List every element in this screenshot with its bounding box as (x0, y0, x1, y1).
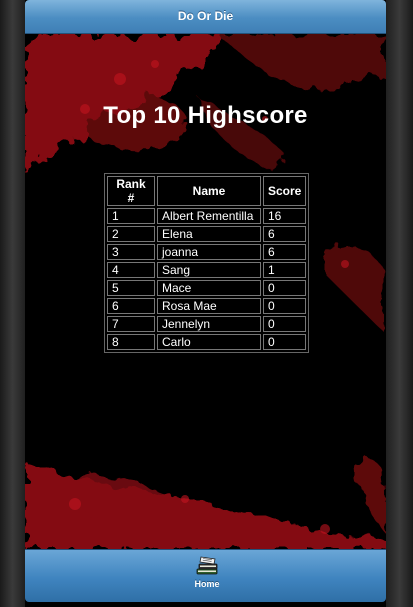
name-cell: Rosa Mae (157, 298, 261, 314)
name-cell: Albert Rementilla (157, 208, 261, 224)
name-cell: joanna (157, 244, 261, 260)
name-cell: Carlo (157, 334, 261, 350)
rank-cell: 4 (107, 262, 155, 278)
header-bar: Do Or Die (25, 0, 386, 34)
home-label: Home (194, 579, 220, 589)
rank-cell: 5 (107, 280, 155, 296)
rank-cell: 2 (107, 226, 155, 242)
score-cell: 1 (263, 262, 307, 278)
footer-navbar: Home (25, 549, 386, 602)
home-button[interactable]: Home (187, 556, 227, 596)
name-cell: Mace (157, 280, 261, 296)
device-frame-right (386, 0, 413, 607)
name-cell: Jennelyn (157, 316, 261, 332)
app-title: Do Or Die (177, 9, 234, 23)
score-cell: 16 (263, 208, 307, 224)
page-title: Top 10 Highscore (103, 102, 308, 129)
score-cell: 6 (263, 244, 307, 260)
app-window: Do Or Die Top 10 Highscore Rank # Name S… (25, 0, 386, 607)
column-header-rank: Rank # (107, 176, 155, 206)
rank-cell: 3 (107, 244, 155, 260)
score-cell: 6 (263, 226, 307, 242)
column-header-score: Score (263, 176, 307, 206)
table-row: 4 Sang 1 (107, 262, 307, 278)
table-row: 2 Elena 6 (107, 226, 307, 242)
score-cell: 0 (263, 280, 307, 296)
column-header-name: Name (157, 176, 261, 206)
table-row: 8 Carlo 0 (107, 334, 307, 350)
rank-cell: 1 (107, 208, 155, 224)
score-cell: 0 (263, 334, 307, 350)
highscore-table: Rank # Name Score 1 Albert Rementilla 16… (104, 173, 310, 353)
table-row: 5 Mace 0 (107, 280, 307, 296)
table-row: 6 Rosa Mae 0 (107, 298, 307, 314)
table-header-row: Rank # Name Score (107, 176, 307, 206)
score-cell: 0 (263, 316, 307, 332)
rank-cell: 8 (107, 334, 155, 350)
name-cell: Sang (157, 262, 261, 278)
rank-cell: 7 (107, 316, 155, 332)
content-area: Top 10 Highscore Rank # Name Score 1 Alb… (25, 34, 386, 549)
book-stack-icon (196, 556, 218, 575)
rank-cell: 6 (107, 298, 155, 314)
score-cell: 0 (263, 298, 307, 314)
table-row: 7 Jennelyn 0 (107, 316, 307, 332)
device-frame-left (0, 0, 25, 607)
table-row: 3 joanna 6 (107, 244, 307, 260)
table-row: 1 Albert Rementilla 16 (107, 208, 307, 224)
name-cell: Elena (157, 226, 261, 242)
